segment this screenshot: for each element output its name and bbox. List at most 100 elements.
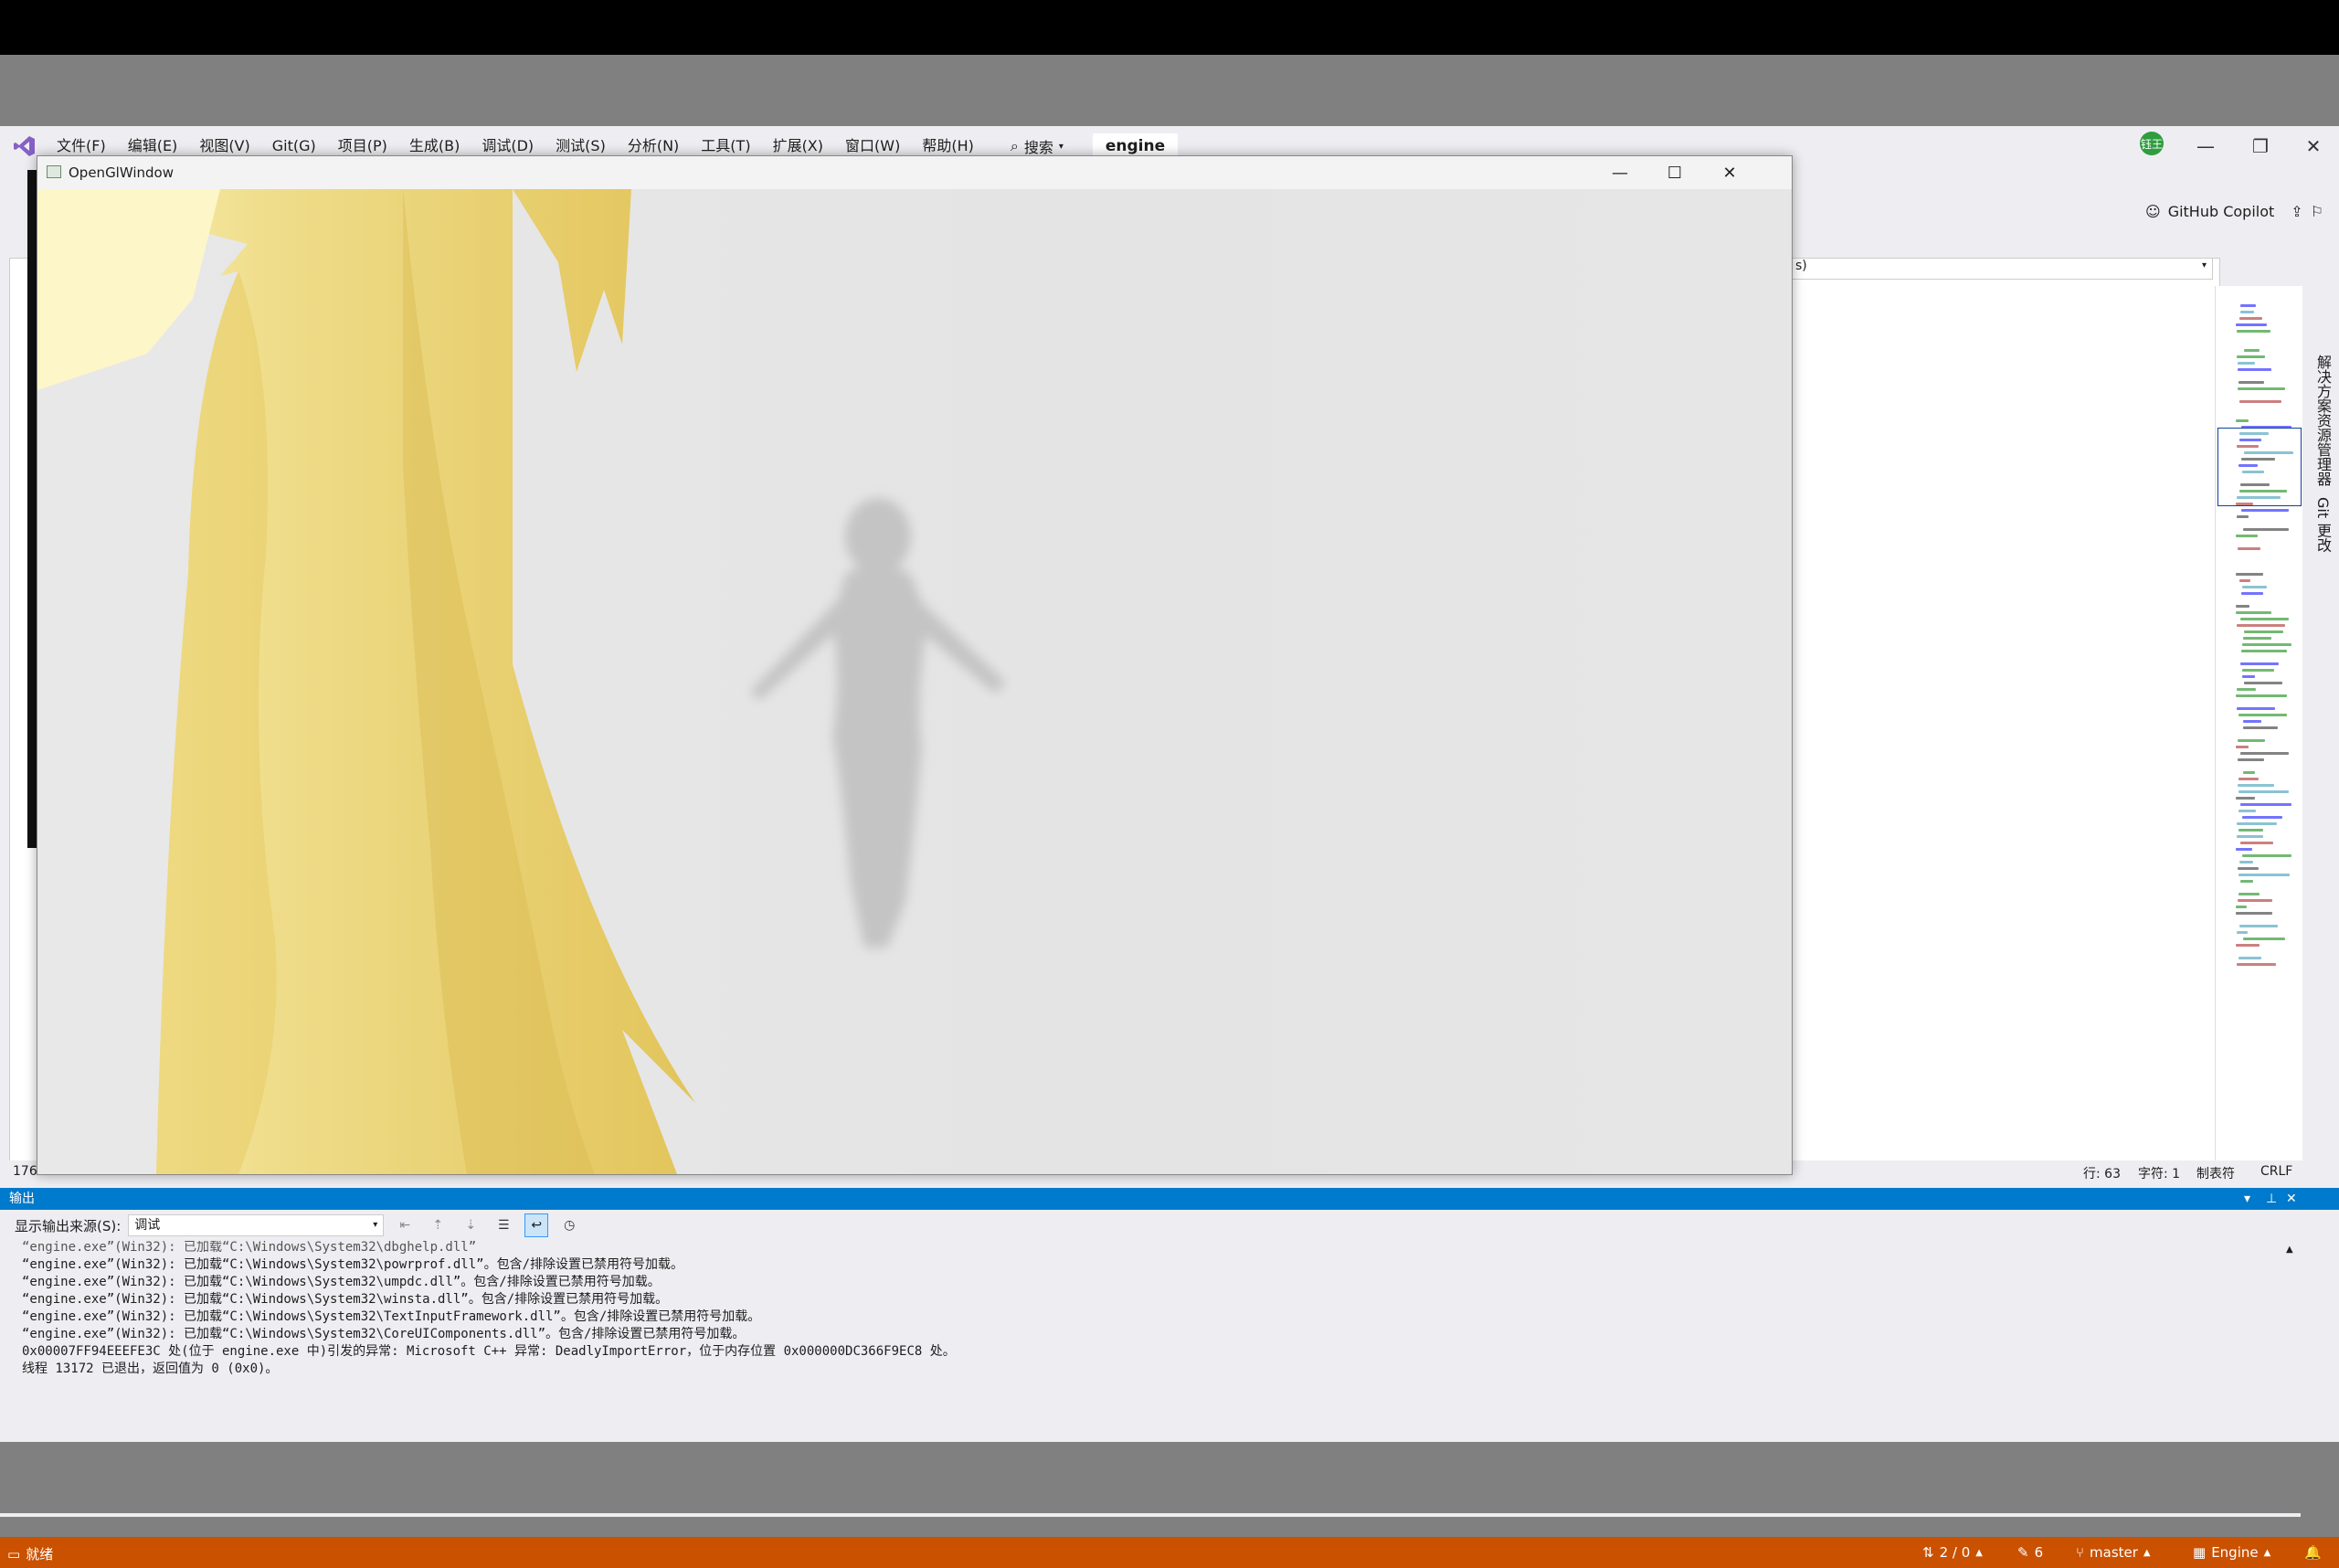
minimap-line xyxy=(2241,509,2289,512)
minimap-line xyxy=(2239,400,2281,403)
repo-button[interactable]: ▦ Engine ▲ xyxy=(2193,1544,2270,1561)
minimap-line xyxy=(2236,694,2287,697)
member-dropdown[interactable]: s) ▾ xyxy=(1791,258,2213,280)
minimap-line xyxy=(2238,957,2261,959)
close-icon[interactable]: ✕ xyxy=(2286,1188,2297,1210)
maximize-button[interactable]: ☐ xyxy=(1647,156,1702,189)
opengl-render-area[interactable] xyxy=(37,189,1792,1174)
search-box[interactable]: ⌕ 搜索 ▾ xyxy=(1001,135,1073,157)
minimap-line xyxy=(2240,662,2279,665)
feedback-icon[interactable]: ⚐ xyxy=(2311,203,2323,220)
minimap-line xyxy=(2238,547,2260,550)
minimap-line xyxy=(2243,938,2285,940)
output-line: “engine.exe”(Win32): 已加载“C:\Windows\Syst… xyxy=(22,1292,669,1307)
minimap-line xyxy=(2238,362,2255,365)
screen-top-black-bar xyxy=(0,0,2339,55)
line-indicator[interactable]: 行: 63 xyxy=(2083,1164,2121,1182)
minimap-line xyxy=(2236,848,2252,851)
output-line: “engine.exe”(Win32): 已加载“C:\Windows\Syst… xyxy=(22,1257,684,1272)
chevron-down-icon: ▾ xyxy=(1058,141,1064,152)
output-line: 线程 13172 已退出，返回值为 0 (0x0)。 xyxy=(22,1361,279,1376)
member-dropdown-value: s) xyxy=(1795,259,1807,273)
minimap-line xyxy=(2242,586,2267,588)
minimap-line xyxy=(2240,304,2256,307)
minimap-line xyxy=(2242,643,2291,646)
branch-button[interactable]: ⑂ master ▲ xyxy=(2076,1544,2151,1561)
close-button[interactable]: ✕ xyxy=(2287,126,2339,166)
minimap-line xyxy=(2238,829,2263,832)
shadow-figure xyxy=(750,498,1006,948)
close-button[interactable]: ✕ xyxy=(1702,156,1757,189)
pending-changes-button[interactable]: ✎ 6 xyxy=(2017,1544,2043,1561)
minimap-line xyxy=(2236,912,2272,915)
char-indicator[interactable]: 字符: 1 xyxy=(2138,1164,2180,1182)
notifications-icon[interactable]: 🔔 xyxy=(2304,1544,2322,1561)
opengl-window[interactable]: OpenGlWindow — ☐ ✕ xyxy=(37,155,1793,1175)
minimap-line xyxy=(2238,758,2264,761)
minimap-line xyxy=(2240,752,2289,755)
repo-icon: ▦ xyxy=(2193,1544,2207,1561)
search-icon: ⌕ xyxy=(1010,137,1019,154)
output-line: “engine.exe”(Win32): 已加载“C:\Windows\Syst… xyxy=(22,1309,761,1324)
share-icon[interactable]: ⇪ xyxy=(2291,203,2302,220)
minimap-line xyxy=(2238,899,2272,902)
window-app-icon xyxy=(47,165,61,178)
minimap-line xyxy=(2242,675,2255,678)
side-tab-rail: 解决方案资源管理器 Git 更改 xyxy=(2304,227,2339,1168)
code-minimap[interactable] xyxy=(2215,286,2302,1163)
opengl-title-bar[interactable]: OpenGlWindow — ☐ ✕ xyxy=(37,156,1792,189)
restore-button[interactable]: ❐ xyxy=(2234,126,2287,166)
updown-arrows-icon: ⇅ xyxy=(1922,1544,1934,1561)
dropdown-icon[interactable]: ▾ xyxy=(2244,1188,2250,1210)
minimap-line xyxy=(2238,387,2285,390)
copilot-label: GitHub Copilot xyxy=(2167,203,2275,220)
output-line: 0x00007FF94EEEFE3C 处(位于 engine.exe 中)引发的… xyxy=(22,1344,956,1359)
minimap-line xyxy=(2241,592,2263,595)
minimap-line xyxy=(2236,605,2249,608)
chevron-up-icon: ▲ xyxy=(1975,1547,1983,1558)
status-ready-label: 就绪 xyxy=(26,1546,54,1563)
minimap-line xyxy=(2237,330,2270,333)
minimap-line xyxy=(2244,682,2282,684)
minimap-line xyxy=(2239,317,2262,320)
minimap-line xyxy=(2240,311,2254,313)
solution-explorer-tab[interactable]: 解决方案资源管理器 xyxy=(2312,355,2334,486)
output-line: “engine.exe”(Win32): 已加载“C:\Windows\Syst… xyxy=(22,1327,746,1341)
eol-indicator[interactable]: CRLF xyxy=(2260,1164,2292,1179)
tabs-indicator[interactable]: 制表符 xyxy=(2196,1164,2235,1182)
minimap-line xyxy=(2243,726,2278,729)
opengl-window-title: OpenGlWindow xyxy=(69,164,174,181)
prev-message-icon[interactable]: ⇡ xyxy=(426,1213,450,1237)
sync-button[interactable]: ⇅ 2 / 0 ▲ xyxy=(1922,1544,1983,1561)
copilot-icon: ☺ xyxy=(2145,203,2161,220)
output-line: “engine.exe”(Win32): 已加载“C:\Windows\Syst… xyxy=(22,1275,661,1289)
minimap-line xyxy=(2236,906,2247,908)
minimap-line xyxy=(2236,944,2260,947)
minimize-button[interactable]: — xyxy=(2179,126,2232,166)
desktop-gap xyxy=(0,55,2339,126)
next-message-icon[interactable]: ⇣ xyxy=(459,1213,482,1237)
minimap-line xyxy=(2239,861,2253,863)
clear-all-icon[interactable]: ☰ xyxy=(492,1213,515,1237)
minimap-line xyxy=(2236,573,2263,576)
minimap-line xyxy=(2243,528,2289,531)
minimap-line xyxy=(2238,893,2260,895)
scroll-up-icon[interactable]: ▲ xyxy=(2286,1245,2293,1255)
minimap-line xyxy=(2243,720,2261,723)
minimap-viewport[interactable] xyxy=(2217,428,2302,506)
output-source-select[interactable]: 调试 ▾ xyxy=(128,1214,385,1236)
minimap-line xyxy=(2236,746,2249,748)
minimize-button[interactable]: — xyxy=(1593,156,1647,189)
word-wrap-icon[interactable]: ↩ xyxy=(524,1213,549,1237)
find-message-icon[interactable]: ⇤ xyxy=(393,1213,417,1237)
minimap-line xyxy=(2237,624,2285,627)
minimap-line xyxy=(2238,778,2259,780)
timestamp-icon[interactable]: ◷ xyxy=(557,1213,581,1237)
git-changes-tab[interactable]: Git 更改 xyxy=(2312,497,2334,552)
pin-icon[interactable]: ⊥ xyxy=(2266,1188,2277,1210)
avatar[interactable]: 钰王 xyxy=(2140,132,2164,155)
minimap-line xyxy=(2238,784,2274,787)
minimap-line xyxy=(2242,816,2282,819)
github-copilot-button[interactable]: ☺ GitHub Copilot ⇪ ⚐ xyxy=(2145,203,2323,220)
minimap-line xyxy=(2236,419,2249,422)
